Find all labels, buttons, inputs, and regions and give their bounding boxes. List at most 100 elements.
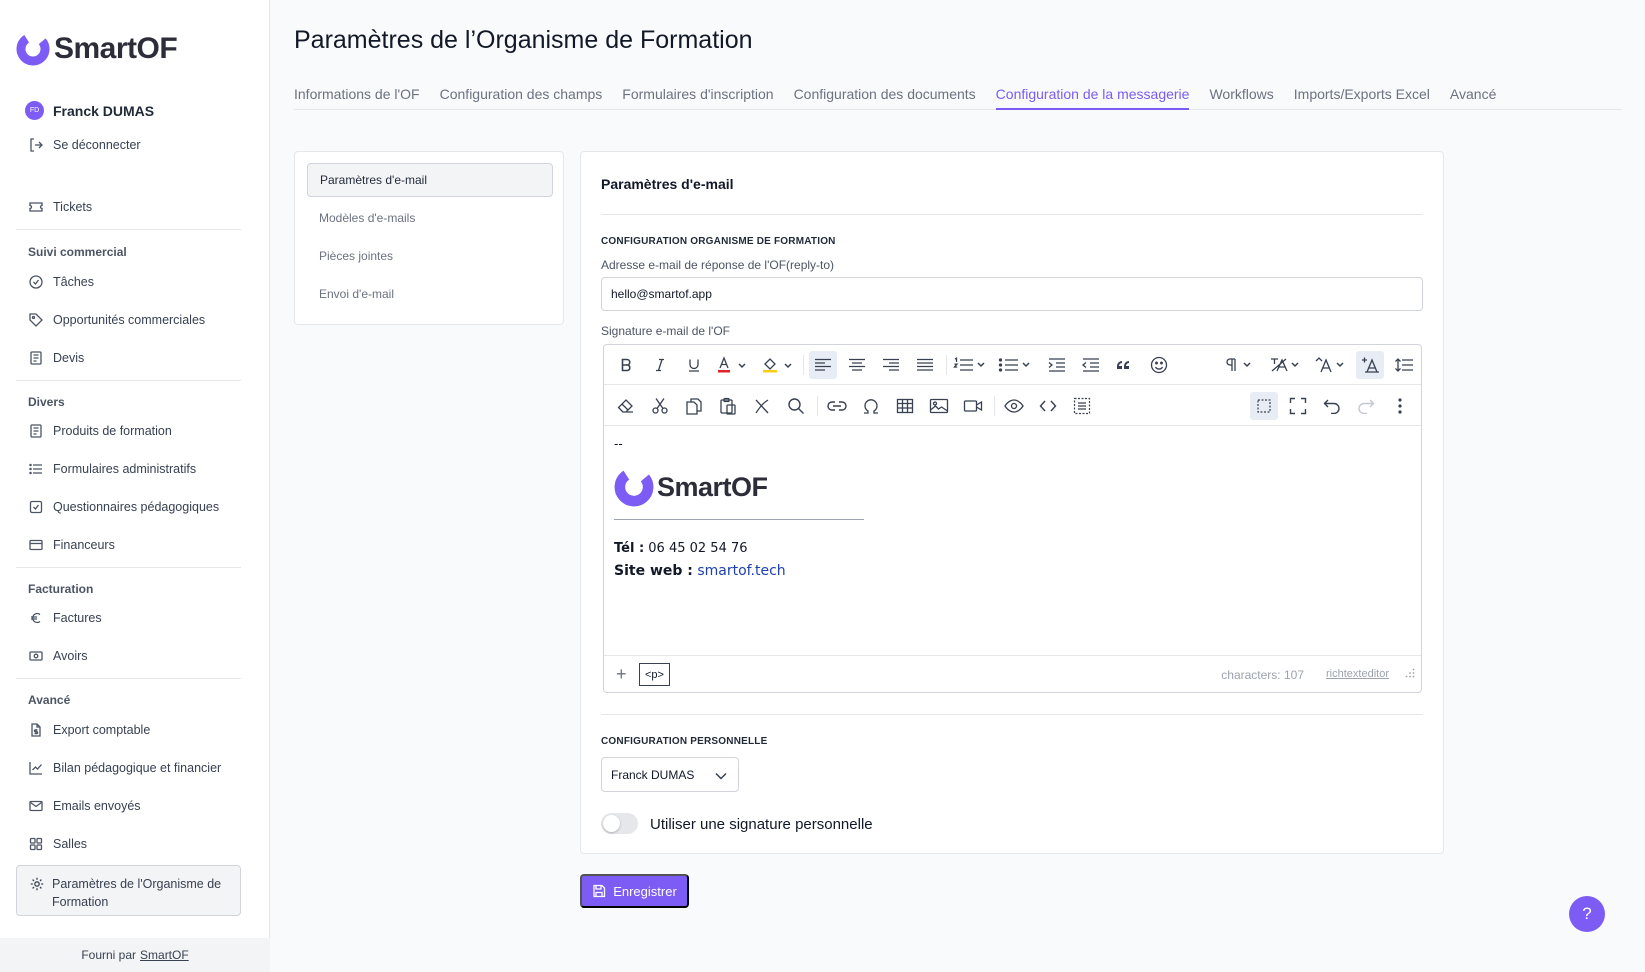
current-tag-indicator[interactable]: <p> [639, 663, 670, 686]
editor-brand-link[interactable]: richtexteditor [1326, 668, 1389, 680]
section-suivi-commercial: Suivi commercial [28, 245, 127, 259]
blockquote-button[interactable] [1111, 351, 1139, 379]
bullet-list-button[interactable] [997, 351, 1033, 379]
sidebar-item-tickets[interactable]: Tickets [28, 199, 92, 215]
help-button[interactable]: ? [1569, 896, 1605, 932]
tab-documents[interactable]: Configuration des documents [794, 84, 976, 110]
sidebar-item-emails[interactable]: Emails envoyés [28, 798, 141, 814]
special-char-button[interactable] [857, 392, 885, 420]
tab-avance[interactable]: Avancé [1450, 84, 1496, 110]
user-profile[interactable]: FD Franck DUMAS [25, 101, 154, 120]
show-blocks-button[interactable] [1250, 392, 1278, 420]
eye-icon [1004, 399, 1024, 413]
sidebar-divider [16, 380, 241, 381]
resize-handle-icon[interactable] [1405, 668, 1415, 678]
clear-format-button[interactable] [612, 392, 640, 420]
emoji-button[interactable] [1145, 351, 1173, 379]
insert-table-button[interactable] [891, 392, 919, 420]
tab-messagerie[interactable]: Configuration de la messagerie [995, 84, 1190, 110]
ordered-list-button[interactable] [952, 351, 988, 379]
submenu-item-parametres-email[interactable]: Paramètres d'e-mail [307, 163, 553, 197]
submenu-item-modeles[interactable]: Modèles d'e-mails [307, 201, 553, 235]
italic-button[interactable] [646, 351, 674, 379]
sidebar-item-parametres[interactable]: Paramètres de l'Organisme de Formation [16, 865, 241, 916]
insert-video-button[interactable] [959, 392, 987, 420]
scissors-icon [652, 398, 668, 414]
sidebar-item-opportunites[interactable]: Opportunités commerciales [28, 312, 205, 328]
sidebar-item-bilan[interactable]: Bilan pédagogique et financier [28, 760, 221, 776]
paragraph-format-button[interactable] [1222, 351, 1258, 379]
align-right-button[interactable] [877, 351, 905, 379]
list-icon [28, 461, 44, 477]
insert-link-button[interactable] [823, 392, 851, 420]
save-button[interactable]: Enregistrer [580, 874, 689, 908]
underline-button[interactable] [680, 351, 708, 379]
signature-website-label: Site web : [614, 563, 693, 579]
format-brush-button[interactable] [1356, 351, 1384, 379]
sidebar-item-avoirs[interactable]: Avoirs [28, 648, 88, 664]
sidebar-item-questionnaires[interactable]: Questionnaires pédagogiques [28, 499, 219, 515]
redo-button[interactable] [1352, 392, 1380, 420]
tab-formulaires[interactable]: Formulaires d'inscription [622, 84, 773, 110]
delete-button[interactable] [748, 392, 776, 420]
reply-to-label: Adresse e-mail de réponse de l'OF(reply-… [601, 258, 835, 272]
cut-button[interactable] [646, 392, 674, 420]
submenu-item-pieces-jointes[interactable]: Pièces jointes [307, 239, 553, 273]
find-button[interactable] [782, 392, 810, 420]
undo-button[interactable] [1318, 392, 1346, 420]
redo-icon [1358, 399, 1375, 414]
tab-champs[interactable]: Configuration des champs [440, 84, 603, 110]
tab-imports-exports[interactable]: Imports/Exports Excel [1294, 84, 1430, 110]
font-size-icon [1271, 358, 1299, 372]
sidebar-item-export[interactable]: Export comptable [28, 722, 150, 738]
section-divers: Divers [28, 395, 65, 409]
paste-button[interactable] [714, 392, 742, 420]
sidebar-item-label: Opportunités commerciales [53, 313, 206, 327]
toolbar-separator [946, 355, 947, 375]
align-left-icon [815, 358, 831, 371]
logo[interactable]: SmartOF [16, 32, 178, 66]
code-view-button[interactable] [1034, 392, 1062, 420]
submenu-item-envoi[interactable]: Envoi d'e-mail [307, 277, 553, 311]
sidebar-item-taches[interactable]: Tâches [28, 274, 94, 290]
preview-button[interactable] [1000, 392, 1028, 420]
bold-button[interactable] [612, 351, 640, 379]
font-size-button[interactable] [1268, 351, 1304, 379]
signature-website-link[interactable]: smartof.tech [697, 563, 785, 579]
toolbar-separator [994, 396, 995, 416]
copy-button[interactable] [680, 392, 708, 420]
indent-button[interactable] [1043, 351, 1071, 379]
align-left-button[interactable] [809, 351, 837, 379]
chevron-down-icon [715, 772, 727, 780]
sidebar-item-salles[interactable]: Salles [28, 836, 87, 852]
personal-signature-toggle[interactable] [601, 813, 638, 834]
sidebar-item-formulaires[interactable]: Formulaires administratifs [28, 461, 196, 477]
text-color-button[interactable] [714, 351, 750, 379]
font-family-button[interactable] [1314, 351, 1350, 379]
align-center-button[interactable] [843, 351, 871, 379]
select-all-button[interactable] [1068, 392, 1096, 420]
reply-to-input[interactable] [601, 277, 1423, 311]
sidebar-item-factures[interactable]: Factures [28, 610, 102, 626]
sidebar-item-label: Emails envoyés [53, 799, 141, 813]
sidebar-item-produits[interactable]: Produits de formation [28, 423, 172, 439]
more-options-button[interactable] [1386, 392, 1414, 420]
logout-link[interactable]: Se déconnecter [28, 137, 141, 153]
editor-content[interactable]: -- SmartOF Tél : 06 45 02 54 76 Site web… [614, 437, 1404, 647]
outdent-button[interactable] [1077, 351, 1105, 379]
personal-user-select[interactable]: Franck DUMAS [601, 757, 739, 792]
highlight-color-button[interactable] [760, 351, 796, 379]
image-icon [929, 398, 949, 414]
tab-workflows[interactable]: Workflows [1209, 84, 1273, 110]
toolbar-separator [817, 396, 818, 416]
sidebar-item-devis[interactable]: Devis [28, 350, 84, 366]
line-height-button[interactable] [1390, 351, 1418, 379]
add-block-button[interactable]: + [616, 664, 627, 685]
fullscreen-button[interactable] [1284, 392, 1312, 420]
align-justify-button[interactable] [911, 351, 939, 379]
tab-informations[interactable]: Informations de l'OF [294, 84, 420, 110]
italic-icon [656, 358, 664, 372]
footer-link[interactable]: SmartOF [140, 948, 189, 962]
sidebar-item-financeurs[interactable]: Financeurs [28, 537, 115, 553]
insert-image-button[interactable] [925, 392, 953, 420]
